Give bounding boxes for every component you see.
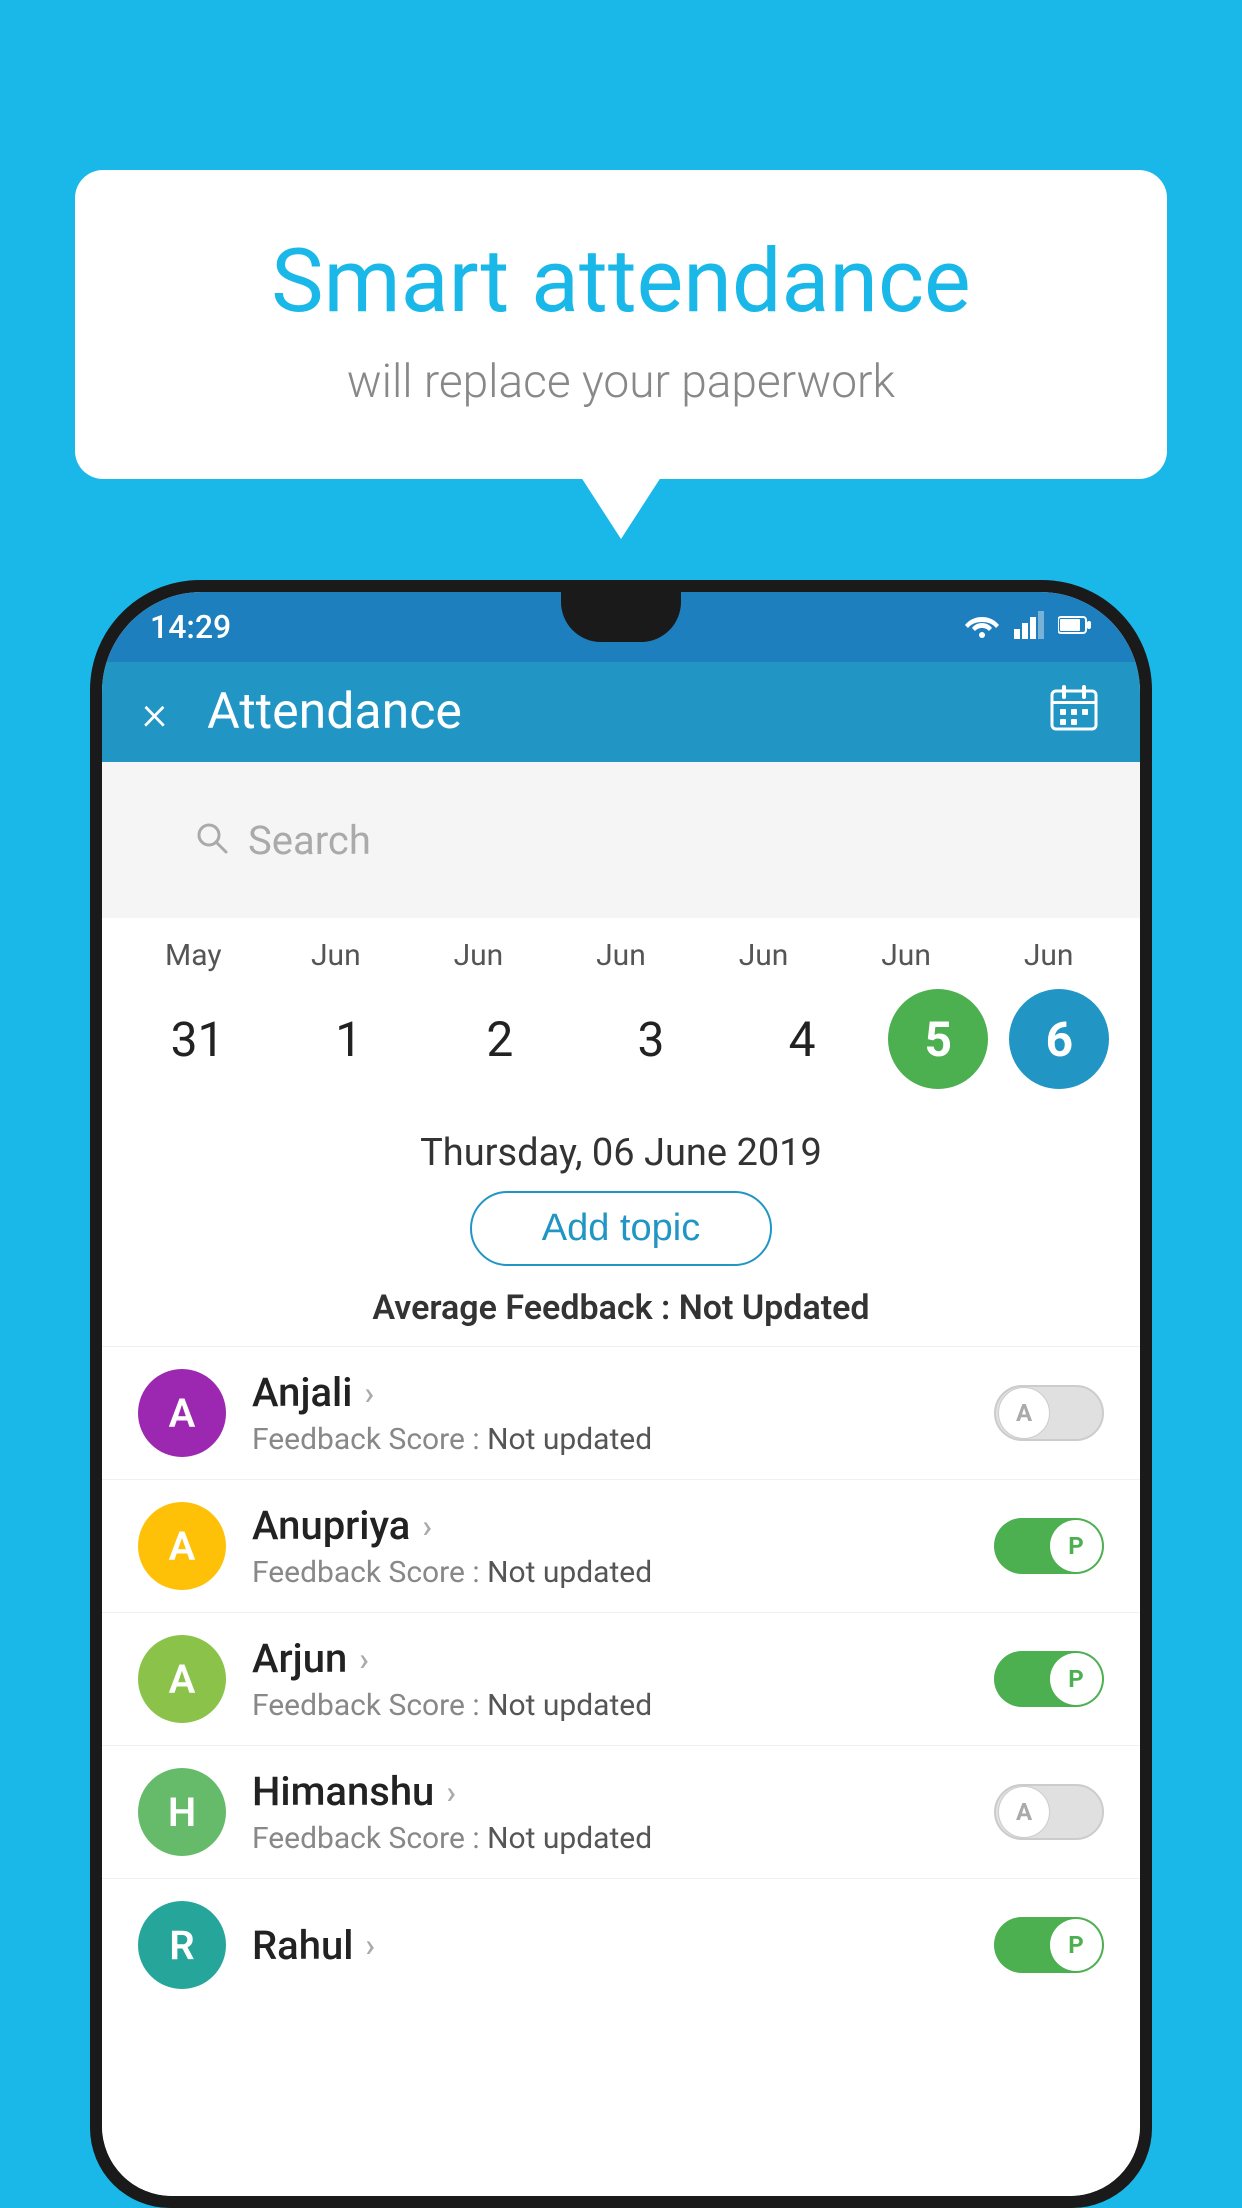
search-placeholder: Search	[248, 817, 371, 864]
chevron-right-icon: ›	[422, 1507, 432, 1545]
cal-date-1[interactable]: 1	[284, 1011, 414, 1068]
cal-month-5: Jun	[841, 938, 971, 973]
student-name-anjali: Anjali ›	[252, 1369, 968, 1416]
avg-feedback-value: Not Updated	[679, 1288, 870, 1328]
calendar-strip: May Jun Jun Jun Jun Jun Jun 31 1 2 3 4 5…	[102, 918, 1140, 1109]
cal-date-3[interactable]: 3	[586, 1011, 716, 1068]
student-item-himanshu[interactable]: H Himanshu › Feedback Score : Not update…	[102, 1745, 1140, 1878]
app-title: Attendance	[207, 683, 1048, 741]
student-list: A Anjali › Feedback Score : Not updated …	[102, 1346, 1140, 2011]
student-name-anupriya: Anupriya ›	[252, 1502, 968, 1549]
status-icons	[964, 611, 1092, 643]
toggle-himanshu[interactable]: A	[994, 1784, 1104, 1840]
avatar-last: R	[138, 1901, 226, 1989]
toggle-knob-anjali: A	[998, 1387, 1050, 1439]
cal-date-5[interactable]: 5	[888, 989, 988, 1089]
signal-icon	[1014, 611, 1044, 643]
toggle-arjun[interactable]: P	[994, 1651, 1104, 1707]
student-name-last: Rahul ›	[252, 1922, 968, 1969]
phone-screen: 14:29	[102, 592, 1140, 2196]
student-info-last: Rahul ›	[252, 1922, 968, 1969]
chevron-right-icon: ›	[446, 1773, 456, 1811]
avatar-arjun: A	[138, 1635, 226, 1723]
search-bar[interactable]: Search	[158, 800, 1084, 880]
add-topic-button[interactable]: Add topic	[470, 1191, 772, 1266]
student-name-arjun: Arjun ›	[252, 1635, 968, 1682]
feedback-value-arjun: Not updated	[487, 1688, 652, 1723]
toggle-knob-anupriya: P	[1050, 1520, 1102, 1572]
feedback-score-himanshu: Feedback Score : Not updated	[252, 1821, 968, 1856]
cal-month-4: Jun	[699, 938, 829, 973]
toggle-last[interactable]: P	[994, 1917, 1104, 1973]
wifi-icon	[964, 611, 1000, 643]
cal-date-6[interactable]: 6	[1009, 989, 1109, 1089]
cal-month-6: Jun	[984, 938, 1114, 973]
close-button[interactable]: ×	[142, 684, 167, 741]
avg-feedback: Average Feedback : Not Updated	[102, 1288, 1140, 1328]
student-info-arjun: Arjun › Feedback Score : Not updated	[252, 1635, 968, 1723]
student-item-anupriya[interactable]: A Anupriya › Feedback Score : Not update…	[102, 1479, 1140, 1612]
toggle-knob-arjun: P	[1050, 1653, 1102, 1705]
calendar-icon[interactable]	[1048, 681, 1100, 744]
phone-inner: 14:29	[102, 592, 1140, 2196]
feedback-score-arjun: Feedback Score : Not updated	[252, 1688, 968, 1723]
student-info-anupriya: Anupriya › Feedback Score : Not updated	[252, 1502, 968, 1590]
feedback-value-anjali: Not updated	[487, 1422, 652, 1457]
search-container: Search	[102, 762, 1140, 918]
student-item-last[interactable]: R Rahul › P	[102, 1878, 1140, 2011]
feedback-value-anupriya: Not updated	[487, 1555, 652, 1590]
calendar-dates: 31 1 2 3 4 5 6	[122, 979, 1120, 1099]
student-info-anjali: Anjali › Feedback Score : Not updated	[252, 1369, 968, 1457]
student-name-himanshu: Himanshu ›	[252, 1768, 968, 1815]
toggle-anupriya[interactable]: P	[994, 1518, 1104, 1574]
toggle-knob-last: P	[1050, 1919, 1102, 1971]
avatar-himanshu: H	[138, 1768, 226, 1856]
notch	[561, 592, 681, 642]
speech-bubble: Smart attendance will replace your paper…	[75, 170, 1167, 479]
student-item-anjali[interactable]: A Anjali › Feedback Score : Not updated …	[102, 1346, 1140, 1479]
search-icon	[194, 820, 230, 860]
student-info-himanshu: Himanshu › Feedback Score : Not updated	[252, 1768, 968, 1856]
selected-date-label: Thursday, 06 June 2019	[102, 1109, 1140, 1191]
bubble-subtitle: will replace your paperwork	[155, 355, 1087, 409]
cal-date-0[interactable]: 31	[133, 1011, 263, 1068]
app-bar: × Attendance	[102, 662, 1140, 762]
toggle-knob-himanshu: A	[998, 1786, 1050, 1838]
toggle-anjali[interactable]: A	[994, 1385, 1104, 1441]
calendar-months: May Jun Jun Jun Jun Jun Jun	[122, 938, 1120, 979]
avatar-anupriya: A	[138, 1502, 226, 1590]
cal-date-2[interactable]: 2	[435, 1011, 565, 1068]
content-area: Thursday, 06 June 2019 Add topic Average…	[102, 1109, 1140, 2196]
bubble-title: Smart attendance	[155, 230, 1087, 333]
cal-month-3: Jun	[556, 938, 686, 973]
battery-icon	[1058, 614, 1092, 640]
feedback-score-anjali: Feedback Score : Not updated	[252, 1422, 968, 1457]
cal-month-2: Jun	[413, 938, 543, 973]
avg-feedback-label: Average Feedback :	[372, 1288, 670, 1328]
status-time: 14:29	[150, 608, 231, 646]
feedback-value-himanshu: Not updated	[487, 1821, 652, 1856]
cal-month-0: May	[128, 938, 258, 973]
chevron-right-icon: ›	[359, 1640, 369, 1678]
avatar-anjali: A	[138, 1369, 226, 1457]
status-bar: 14:29	[102, 592, 1140, 662]
feedback-score-anupriya: Feedback Score : Not updated	[252, 1555, 968, 1590]
chevron-right-icon: ›	[364, 1374, 374, 1412]
cal-date-4[interactable]: 4	[737, 1011, 867, 1068]
cal-month-1: Jun	[271, 938, 401, 973]
student-item-arjun[interactable]: A Arjun › Feedback Score : Not updated P	[102, 1612, 1140, 1745]
chevron-right-icon: ›	[365, 1926, 375, 1964]
phone-frame: 14:29	[90, 580, 1152, 2208]
